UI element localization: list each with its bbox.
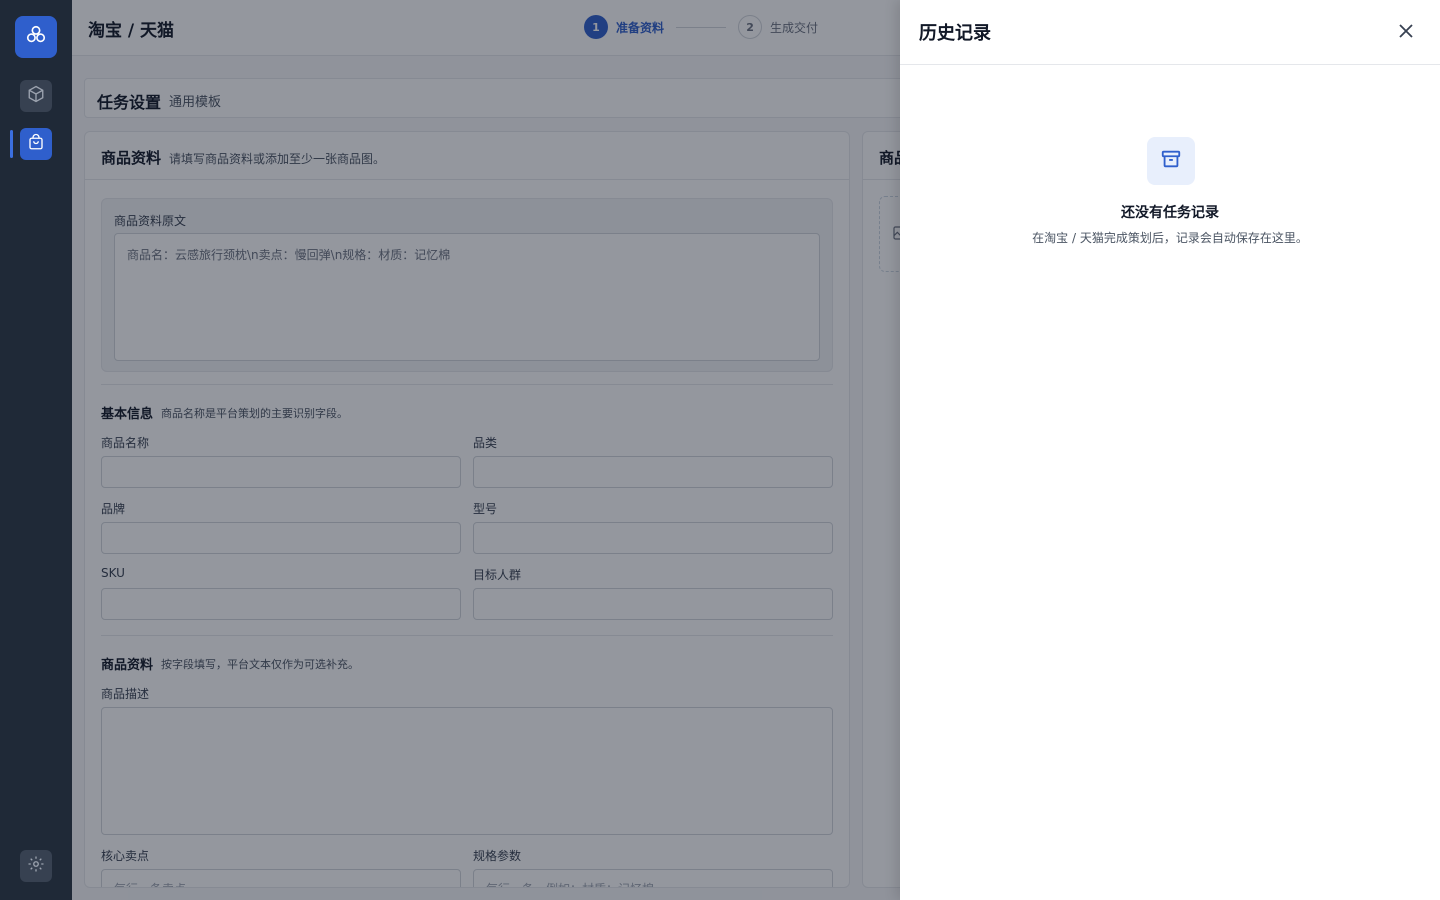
shopping-bag-icon <box>27 133 45 155</box>
history-drawer: 历史记录 还没有任务记录 在淘宝 / 天猫完成策划后，记录会自动保存在这里。 <box>900 0 1440 900</box>
nav-item-settings[interactable] <box>20 850 52 882</box>
empty-state-icon-box <box>1147 137 1195 185</box>
gear-icon <box>27 855 45 877</box>
nav-item-taobao[interactable] <box>20 128 52 160</box>
empty-state-description: 在淘宝 / 天猫完成策划后，记录会自动保存在这里。 <box>1032 231 1308 245</box>
close-button[interactable] <box>1394 20 1418 44</box>
archive-icon <box>1160 148 1182 174</box>
empty-state-title: 还没有任务记录 <box>1121 205 1219 221</box>
nav-item-products[interactable] <box>20 80 52 112</box>
nav-active-indicator <box>10 130 13 158</box>
drawer-title: 历史记录 <box>919 23 991 44</box>
box-icon <box>27 85 45 107</box>
logo-icon <box>25 24 47 50</box>
drawer-header: 历史记录 <box>900 0 1440 65</box>
nav-rail <box>0 0 72 900</box>
modal-overlay[interactable] <box>72 0 972 900</box>
close-icon <box>1399 23 1413 42</box>
app-logo[interactable] <box>15 16 57 58</box>
